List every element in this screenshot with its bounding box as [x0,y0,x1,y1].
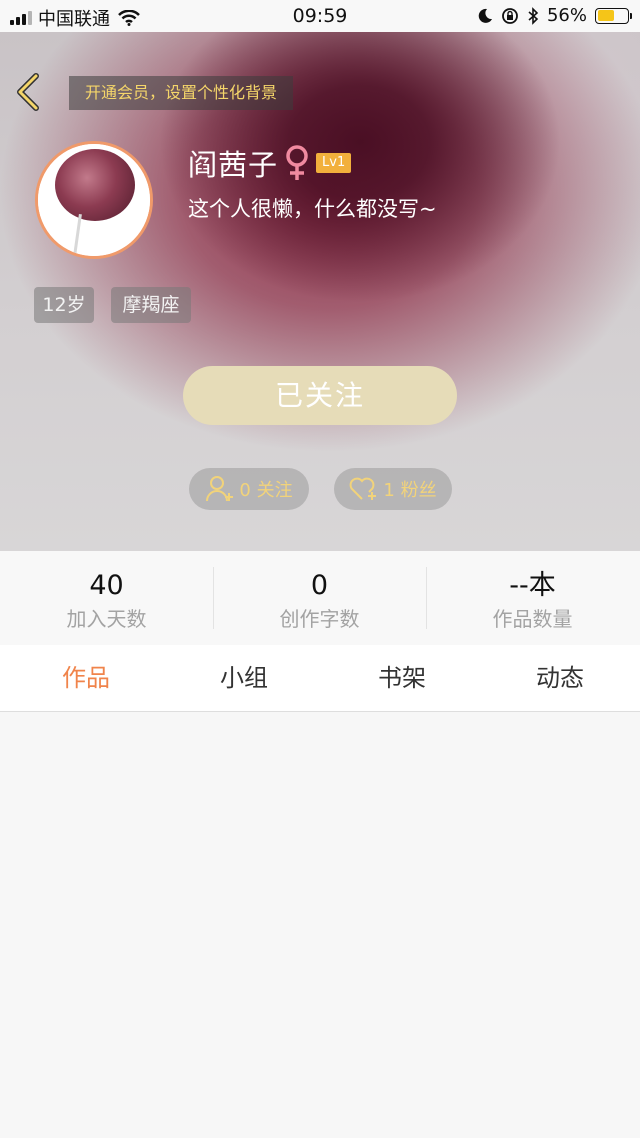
stat-label: 创作字数 [279,607,360,631]
chevron-left-icon [17,73,39,111]
vip-banner-button[interactable]: 开通会员，设置个性化背景 [69,76,294,110]
back-button[interactable] [12,72,46,112]
fans-count: 1 粉丝 [383,480,437,501]
female-icon [286,145,308,180]
profile-header: 开通会员，设置个性化背景 阎茜子 Lv1 这个人很懒，什么都没写~ 12岁 摩羯… [0,32,640,551]
tab-works[interactable]: 作品 [36,645,136,711]
profile-screen: 中国联通 09:59 56% 开通会员，设置个性化背景 阎茜子 Lv1 这个人很… [0,0,640,1138]
user-name: 阎茜子 [188,148,279,182]
stats-strip: 40 加入天数 0 创作字数 --本 作品数量 [0,551,640,645]
user-name-row: 阎茜子 Lv1 [188,142,352,184]
tag-zodiac: 摩羯座 [111,287,191,323]
tag-age: 12岁 [34,287,94,323]
avatar[interactable] [35,141,153,259]
stat-works-count: --本 作品数量 [426,551,639,645]
stat-days-joined: 40 加入天数 [0,551,213,645]
heart-plus-icon [350,477,377,500]
status-right: 56% [477,5,632,26]
battery-icon [595,7,632,24]
tab-bar: 作品 小组 书架 动态 [0,645,640,712]
level-badge: Lv1 [316,153,352,173]
stat-value: 0 [310,570,329,601]
stat-value: --本 [509,570,556,601]
bluetooth-icon [528,6,539,25]
tab-bookshelf[interactable]: 书架 [352,645,452,711]
tab-feed[interactable]: 动态 [510,645,610,711]
following-button[interactable]: 0 关注 [189,468,309,510]
add-user-icon [206,476,234,502]
tab-group[interactable]: 小组 [194,645,294,711]
stat-label: 加入天数 [66,607,147,631]
rotation-lock-icon [502,7,518,24]
stat-word-count: 0 创作字数 [213,551,426,645]
follow-button[interactable]: 已关注 [183,366,457,425]
stat-label: 作品数量 [492,607,573,631]
moon-icon [478,8,492,23]
stat-value: 40 [89,570,124,601]
status-bar: 中国联通 09:59 56% [0,0,640,32]
fans-button[interactable]: 1 粉丝 [334,468,452,510]
following-count: 0 关注 [239,480,293,501]
battery-percent: 56% [546,5,587,26]
tab-content-area [0,713,640,1138]
user-bio: 这个人很懒，什么都没写~ [188,197,437,221]
